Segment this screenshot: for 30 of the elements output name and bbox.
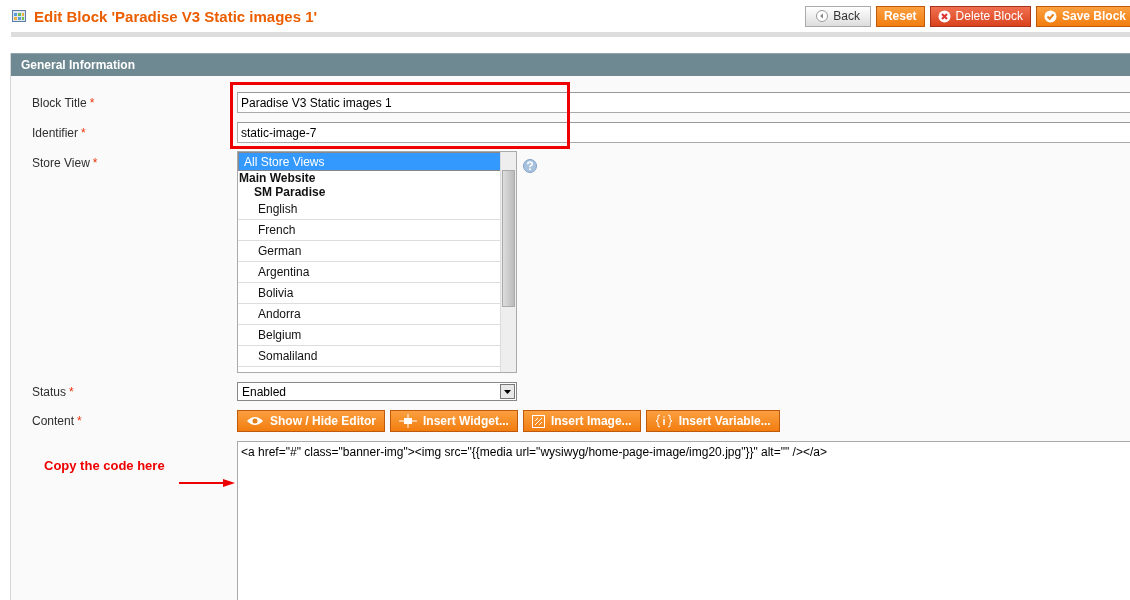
required-mark: * [92,156,98,170]
store-view-option[interactable]: French [238,220,500,241]
required-mark: * [69,384,74,399]
field-label: Block Title [32,95,87,110]
section-header: General Information [11,53,1130,76]
store-view-list[interactable]: All Store Views Main Website SM Paradise English French German Argentina Bolivia Andorra Belgium Somaliland [237,151,517,373]
store-view-option[interactable]: Argentina [238,262,500,283]
store-option[interactable]: SM Paradise [238,185,500,199]
required-mark: * [89,95,95,110]
field-label: Status [32,384,67,399]
store-view-option[interactable]: Somaliland [238,346,500,367]
annotation-text: Copy the code here [44,458,165,473]
identifier-field[interactable]: static-image-7 [237,122,1130,143]
field-label: Store View [32,156,90,170]
required-mark: * [81,125,86,140]
page-title: Edit Block 'Paradise V3 Static images 1' [34,7,318,25]
back-button[interactable]: Back [805,5,871,27]
delete-button[interactable]: Delete Block [929,5,1031,27]
store-view-option[interactable]: English [238,199,500,220]
status-dropdown[interactable]: Enabled [237,382,517,401]
store-view-option[interactable]: Bolivia [238,283,500,304]
field-label: Content [32,414,75,428]
field-label: Identifier [32,125,79,140]
store-view-option[interactable]: Andorra [238,304,500,325]
website-option[interactable]: Main Website [238,171,500,185]
store-view-option[interactable]: German [238,241,500,262]
store-view-option[interactable]: Belgium [238,325,500,346]
content-field[interactable]: <a href="#" class="banner-img"><img src="{{media url="wysiwyg/home-page-image/img20.jpg"}}" alt="" /></a> [237,441,1130,600]
block-title-field[interactable]: Paradise V3 Static images 1 [237,92,1130,113]
required-mark: * [77,414,82,428]
